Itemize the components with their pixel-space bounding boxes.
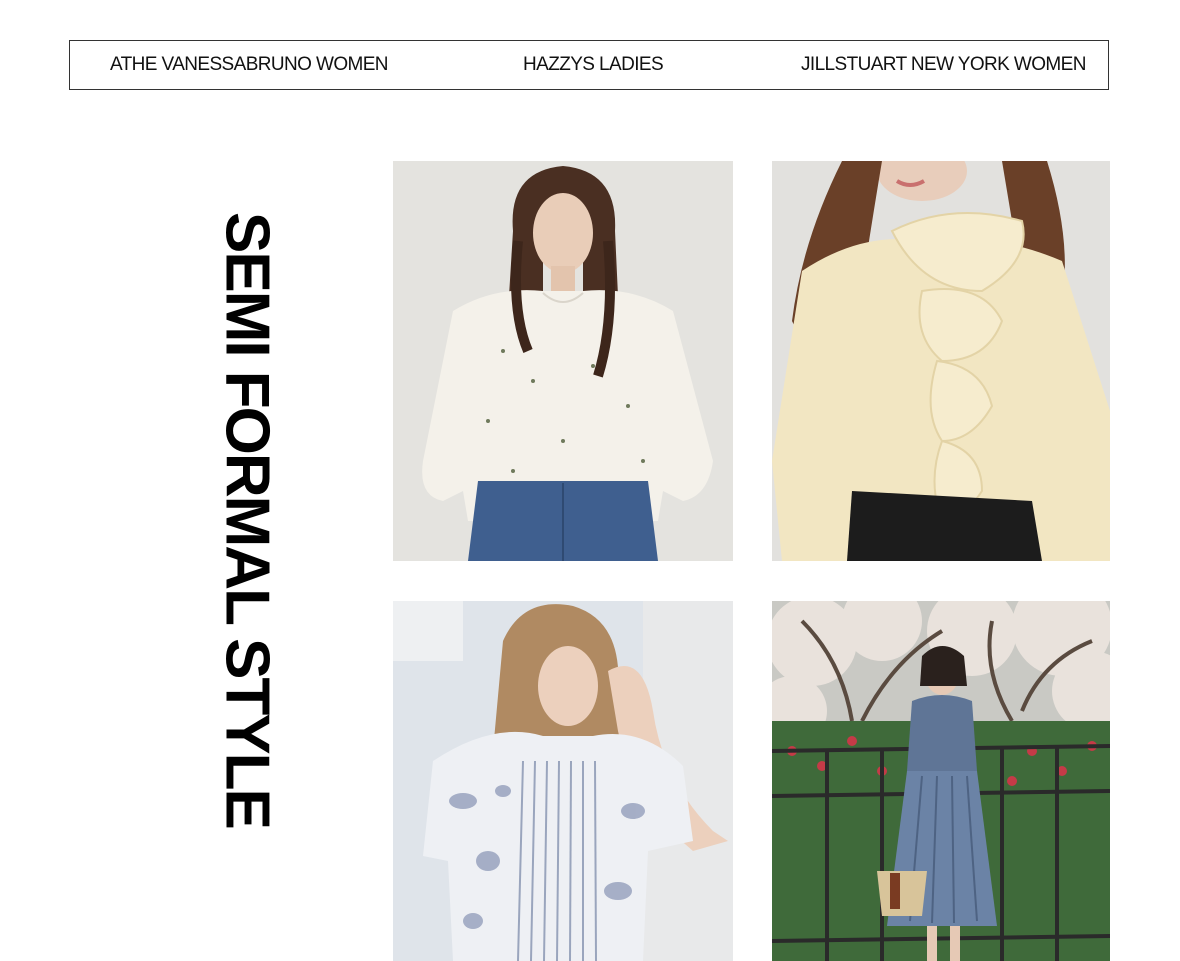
- page: ATHE VANESSABRUNO WOMEN HAZZYS LADIES JI…: [0, 0, 1180, 961]
- product-image-white-blouse[interactable]: [393, 161, 733, 561]
- brand-link-hazzys-ladies[interactable]: HAZZYS LADIES: [523, 41, 664, 89]
- section-title: SEMI FORMAL STYLE: [216, 212, 277, 828]
- brand-link-athe-vanessabruno[interactable]: ATHE VANESSABRUNO WOMEN: [110, 41, 389, 89]
- brand-nav-bar: ATHE VANESSABRUNO WOMEN HAZZYS LADIES JI…: [69, 40, 1109, 90]
- product-image-cream-ruffle-blouse[interactable]: [772, 161, 1110, 561]
- brand-link-jillstuart[interactable]: JILLSTUART NEW YORK WOMEN: [801, 41, 1086, 89]
- product-image-denim-dress[interactable]: [772, 601, 1110, 961]
- product-image-print-pintuck-blouse[interactable]: [393, 601, 733, 961]
